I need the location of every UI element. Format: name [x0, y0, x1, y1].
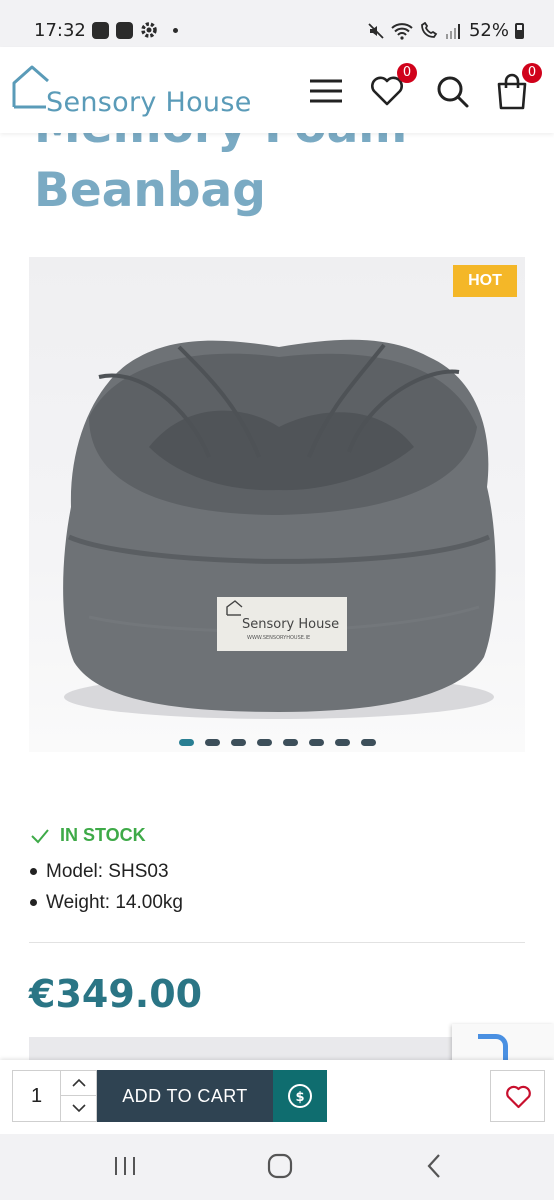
- app-icon: [92, 21, 109, 39]
- spec-model: Model: SHS03: [46, 860, 169, 882]
- site-logo[interactable]: Sensory House: [12, 63, 272, 119]
- signal-icon: [445, 23, 460, 39]
- chevron-up-icon: [72, 1078, 86, 1087]
- wifi-icon: [391, 22, 413, 40]
- cart-button[interactable]: 0: [492, 63, 542, 111]
- chevron-down-icon: [72, 1104, 86, 1113]
- gallery-dot[interactable]: [205, 739, 220, 746]
- bullet-icon: [30, 868, 37, 875]
- wishlist-button[interactable]: 0: [367, 63, 417, 111]
- quantity-decrease-button[interactable]: [61, 1096, 97, 1121]
- product-price: €349.00: [29, 972, 203, 1016]
- quantity-stepper[interactable]: 1: [12, 1070, 97, 1122]
- site-header: Sensory House 0 0: [0, 47, 554, 133]
- system-nav-bar: [0, 1134, 554, 1200]
- status-time: 17:32: [34, 20, 86, 41]
- product-specs: Model: SHS03 Weight: 14.00kg: [30, 856, 183, 918]
- image-label-url: WWW.SENSORYHOUSE.IE: [247, 635, 310, 641]
- gallery-dot[interactable]: [309, 739, 324, 746]
- hamburger-icon: [310, 79, 342, 103]
- stock-status: IN STOCK: [30, 825, 146, 846]
- svg-text:$: $: [295, 1090, 304, 1105]
- check-icon: [31, 828, 49, 843]
- bullet-icon: [30, 899, 37, 906]
- add-to-cart-bar: 1 ADD TO CART $: [0, 1060, 554, 1134]
- menu-button[interactable]: [306, 71, 346, 111]
- gallery-dot[interactable]: [361, 739, 376, 746]
- quantity-increase-button[interactable]: [61, 1071, 97, 1096]
- dollar-circle-icon: $: [288, 1084, 312, 1108]
- gallery-dot[interactable]: [283, 739, 298, 746]
- battery-icon: [515, 22, 524, 39]
- mute-icon: [368, 22, 384, 39]
- hot-badge: HOT: [453, 265, 517, 297]
- spec-weight: Weight: 14.00kg: [46, 891, 183, 913]
- quantity-input[interactable]: 1: [13, 1071, 61, 1121]
- settings-icon: [141, 22, 157, 38]
- gallery-icon: [116, 21, 133, 39]
- search-button[interactable]: [432, 71, 472, 111]
- add-to-wishlist-button[interactable]: [490, 1070, 545, 1122]
- logo-text: Sensory House: [46, 87, 252, 118]
- search-icon: [437, 76, 469, 108]
- gallery-dot[interactable]: [231, 739, 246, 746]
- product-image-gallery[interactable]: Sensory House WWW.SENSORYHOUSE.IE HOT: [29, 257, 525, 752]
- wishlist-count-badge: 0: [397, 63, 417, 83]
- wifi-call-icon: [421, 21, 438, 38]
- gallery-dot[interactable]: [179, 739, 194, 746]
- quick-pay-button[interactable]: $: [273, 1070, 327, 1122]
- recaptcha-badge[interactable]: [452, 1024, 554, 1064]
- cart-count-badge: 0: [522, 63, 542, 83]
- battery-percent: 52%: [468, 20, 509, 41]
- back-icon[interactable]: [420, 1151, 450, 1181]
- product-title-line2: Beanbag: [34, 163, 266, 218]
- home-icon[interactable]: [265, 1151, 295, 1181]
- divider: [29, 942, 525, 943]
- recent-apps-icon[interactable]: [110, 1151, 140, 1181]
- add-to-cart-button[interactable]: ADD TO CART: [97, 1070, 273, 1122]
- gallery-dot[interactable]: [335, 739, 350, 746]
- gallery-dot[interactable]: [257, 739, 272, 746]
- dot-icon: [173, 27, 178, 33]
- spec-item: Weight: 14.00kg: [30, 887, 183, 918]
- image-label-text: Sensory House: [242, 617, 339, 632]
- gallery-pagination: [179, 739, 376, 746]
- spec-item: Model: SHS03: [30, 856, 183, 887]
- beanbag-image: Sensory House WWW.SENSORYHOUSE.IE: [63, 339, 496, 719]
- heart-icon: [506, 1085, 531, 1109]
- stock-label: IN STOCK: [60, 825, 146, 845]
